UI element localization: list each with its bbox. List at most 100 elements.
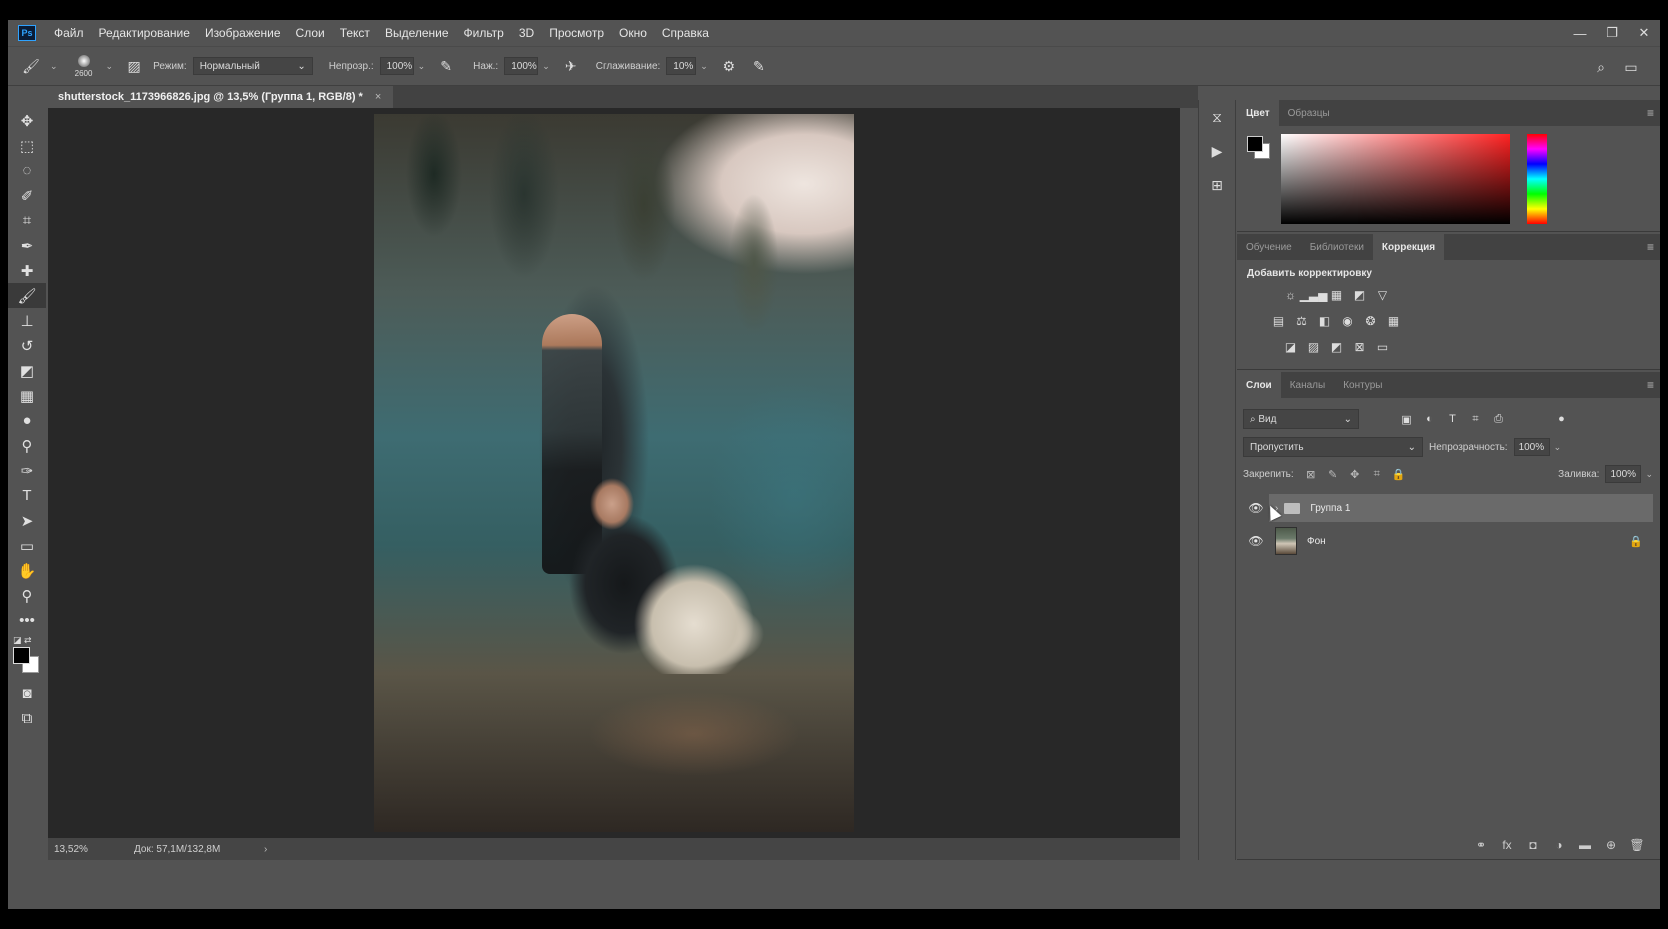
- rectangle-tool-icon[interactable]: ▭: [8, 533, 46, 558]
- new-group-icon[interactable]: ▬: [1572, 838, 1598, 852]
- tab-libraries[interactable]: Библиотеки: [1301, 234, 1373, 260]
- type-tool-icon[interactable]: T: [8, 483, 46, 508]
- menu-3d[interactable]: 3D: [519, 26, 534, 40]
- chevron-down-icon[interactable]: ⌄: [418, 61, 426, 72]
- fx-icon[interactable]: fx: [1494, 838, 1520, 852]
- brush-settings-icon[interactable]: ▨: [123, 55, 145, 77]
- type-filter-icon[interactable]: T: [1441, 409, 1464, 429]
- pressure-size-icon[interactable]: ✎: [748, 55, 770, 77]
- trash-icon[interactable]: 🗑: [1624, 838, 1650, 852]
- tab-layers[interactable]: Слои: [1237, 372, 1281, 398]
- menu-select[interactable]: Выделение: [385, 26, 449, 40]
- lock-icon[interactable]: 🔒: [1629, 535, 1643, 548]
- gradient-map-icon[interactable]: ▭: [1371, 336, 1394, 358]
- posterize-icon[interactable]: ▨: [1302, 336, 1325, 358]
- play-icon[interactable]: ▶: [1199, 134, 1235, 168]
- opacity-field[interactable]: 100%: [379, 57, 414, 75]
- tab-swatches[interactable]: Образцы: [1279, 100, 1339, 126]
- crop-tool-icon[interactable]: ⌗: [8, 208, 46, 233]
- brightness-icon[interactable]: ☼: [1279, 284, 1302, 306]
- curves-icon[interactable]: ▦: [1325, 284, 1348, 306]
- lock-all-icon[interactable]: 🔒: [1388, 468, 1410, 481]
- layer-row[interactable]: 👁 › Группа 1: [1243, 494, 1653, 522]
- gradient-tool-icon[interactable]: ▦: [8, 383, 46, 408]
- vibrance-icon[interactable]: ▽: [1371, 284, 1394, 306]
- lock-transparency-icon[interactable]: ⊠: [1300, 468, 1322, 481]
- mode-select[interactable]: Нормальный ⌄: [192, 57, 313, 75]
- marquee-tool-icon[interactable]: ⬚: [8, 133, 46, 158]
- tab-learn[interactable]: Обучение: [1237, 234, 1301, 260]
- color-lookup-icon[interactable]: ▦: [1382, 310, 1405, 332]
- chevron-down-icon[interactable]: ⌄: [542, 61, 550, 72]
- lock-position-icon[interactable]: ✥: [1344, 468, 1366, 481]
- chevron-down-icon[interactable]: ⌄: [1645, 469, 1653, 480]
- foreground-color-swatch[interactable]: [1247, 136, 1263, 152]
- eraser-tool-icon[interactable]: ◩: [8, 358, 46, 383]
- document-image[interactable]: [374, 114, 854, 832]
- filter-toggle-icon[interactable]: ●: [1550, 409, 1573, 429]
- layer-filter-select[interactable]: ⌕ Вид ⌄: [1243, 409, 1359, 429]
- history-icon[interactable]: ⧖: [1199, 100, 1235, 134]
- fill-field[interactable]: 100%: [1605, 465, 1642, 483]
- workspace-icon[interactable]: ▭: [1620, 56, 1642, 78]
- panel-menu-icon[interactable]: ≡: [1647, 378, 1654, 392]
- airbrush-icon[interactable]: ✈: [560, 55, 582, 77]
- foreground-color-swatch[interactable]: [13, 647, 30, 664]
- tab-color[interactable]: Цвет: [1237, 100, 1279, 126]
- image-filter-icon[interactable]: ▣: [1395, 409, 1418, 429]
- canvas-area[interactable]: [48, 108, 1180, 838]
- chevron-down-icon[interactable]: ⌄: [50, 61, 58, 72]
- selective-color-icon[interactable]: ⊠: [1348, 336, 1371, 358]
- layer-row[interactable]: 👁 Фон 🔒: [1243, 524, 1653, 558]
- black-white-icon[interactable]: ◧: [1313, 310, 1336, 332]
- menu-edit[interactable]: Редактирование: [99, 26, 190, 40]
- menu-layers[interactable]: Слои: [296, 26, 325, 40]
- chevron-right-icon[interactable]: ›: [264, 844, 267, 855]
- pressure-opacity-icon[interactable]: ✎: [435, 55, 457, 77]
- blur-tool-icon[interactable]: ●: [8, 408, 46, 433]
- restore-icon[interactable]: ❐: [1596, 20, 1628, 46]
- gear-icon[interactable]: ⚙: [718, 55, 740, 77]
- zoom-tool-icon[interactable]: ⚲: [8, 583, 46, 608]
- tab-adjustments[interactable]: Коррекция: [1372, 234, 1445, 260]
- adjustment-filter-icon[interactable]: ◐: [1418, 409, 1441, 429]
- color-balance-icon[interactable]: ⚖: [1290, 310, 1313, 332]
- tab-paths[interactable]: Контуры: [1334, 372, 1391, 398]
- hand-tool-icon[interactable]: ✋: [8, 558, 46, 583]
- swap-colors-icon[interactable]: ◪ ⇄: [13, 635, 32, 646]
- eye-icon[interactable]: 👁: [1243, 524, 1269, 558]
- quick-mask-icon[interactable]: ◙: [8, 681, 46, 706]
- new-adjustment-icon[interactable]: ◑: [1546, 838, 1572, 852]
- menu-view[interactable]: Просмотр: [549, 26, 604, 40]
- lock-artboard-icon[interactable]: ⌗: [1366, 468, 1388, 481]
- add-mask-icon[interactable]: ◘: [1520, 838, 1546, 852]
- zoom-level[interactable]: 13,52%: [54, 844, 134, 855]
- threshold-icon[interactable]: ◩: [1325, 336, 1348, 358]
- history-brush-tool-icon[interactable]: ↺: [8, 333, 46, 358]
- smoothing-field[interactable]: 10%: [666, 57, 697, 75]
- invert-icon[interactable]: ◪: [1279, 336, 1302, 358]
- hue-slider[interactable]: [1527, 134, 1547, 224]
- exposure-icon[interactable]: ◩: [1348, 284, 1371, 306]
- brush-tool-icon[interactable]: 🖌: [8, 283, 46, 308]
- layer-body[interactable]: › Группа 1: [1269, 494, 1653, 522]
- chevron-down-icon[interactable]: ⌄: [1554, 442, 1562, 453]
- layer-opacity-field[interactable]: 100%: [1513, 438, 1550, 456]
- dodge-tool-icon[interactable]: ⚲: [8, 433, 46, 458]
- menu-filter[interactable]: Фильтр: [464, 26, 504, 40]
- brush-preset-picker[interactable]: 2600: [68, 50, 100, 82]
- document-tab[interactable]: shutterstock_1173966826.jpg @ 13,5% (Гру…: [48, 86, 394, 108]
- chevron-down-icon[interactable]: ⌄: [106, 61, 114, 72]
- lock-pixels-icon[interactable]: ✎: [1322, 468, 1344, 481]
- more-tools-icon[interactable]: •••: [8, 608, 46, 633]
- move-tool-icon[interactable]: ✥: [8, 108, 46, 133]
- layer-body[interactable]: Фон 🔒: [1269, 524, 1653, 558]
- tab-channels[interactable]: Каналы: [1281, 372, 1335, 398]
- link-icon[interactable]: ⚭: [1468, 838, 1494, 852]
- hue-saturation-icon[interactable]: ▤: [1267, 310, 1290, 332]
- close-icon[interactable]: ✕: [1628, 20, 1660, 46]
- flow-field[interactable]: 100%: [504, 57, 539, 75]
- menu-help[interactable]: Справка: [662, 26, 709, 40]
- properties-icon[interactable]: ⊞: [1199, 168, 1235, 202]
- color-field[interactable]: [1281, 134, 1510, 224]
